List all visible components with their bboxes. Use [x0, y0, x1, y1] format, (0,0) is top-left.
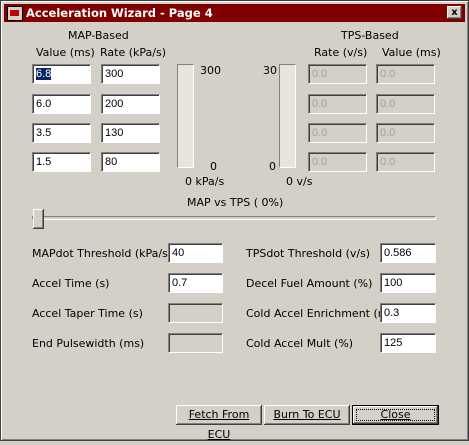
- tps-value-field-2: 0.0: [376, 94, 435, 114]
- close-button-focus-rect: [356, 409, 435, 421]
- window-title: Acceleration Wizard - Page 4: [26, 6, 213, 20]
- map-vs-tps-label: MAP vs TPS ( 0%): [187, 196, 284, 209]
- map-value-field-2[interactable]: 6.0: [32, 94, 91, 114]
- title-bar[interactable]: Acceleration Wizard - Page 4 x: [4, 4, 465, 22]
- accel-taper-time-field: [168, 303, 223, 323]
- tps-based-heading: TPS-Based: [341, 29, 399, 42]
- cold-accel-mult-label: Cold Accel Mult (%): [246, 337, 354, 350]
- tps-rate-field-3: 0.0: [308, 123, 367, 143]
- close-button[interactable]: Close: [352, 405, 439, 425]
- acceleration-wizard-window: Acceleration Wizard - Page 4 x MAP-Based…: [0, 0, 469, 441]
- map-rate-field-4[interactable]: 80: [101, 152, 160, 172]
- accel-time-label: Accel Time (s): [32, 277, 110, 290]
- map-bar-min-label: 0: [210, 160, 217, 173]
- map-rate-field-1[interactable]: 300: [101, 64, 160, 84]
- map-rate-field-3[interactable]: 130: [101, 123, 160, 143]
- map-value-field-4[interactable]: 1.5: [32, 152, 91, 172]
- cold-accel-mult-field[interactable]: 125: [380, 333, 436, 353]
- cold-accel-enrichment-field[interactable]: 0.3: [380, 303, 436, 323]
- tps-rate-bar: [279, 64, 296, 168]
- app-icon: [7, 6, 23, 21]
- map-rate-bar: [177, 64, 194, 168]
- tps-value-field-1: 0.0: [376, 64, 435, 84]
- tps-bar-unit-label: 0 v/s: [286, 175, 313, 188]
- map-value-column-header: Value (ms): [36, 46, 95, 59]
- close-window-button[interactable]: x: [447, 6, 462, 19]
- map-rate-field-2[interactable]: 200: [101, 94, 160, 114]
- map-based-heading: MAP-Based: [68, 29, 129, 42]
- tps-value-column-header: Value (ms): [382, 46, 441, 59]
- accel-time-field[interactable]: 0.7: [168, 273, 223, 293]
- map-rate-column-header: Rate (kPa/s): [100, 46, 166, 59]
- map-bar-max-label: 300: [200, 64, 221, 77]
- burn-to-ecu-button[interactable]: Burn To ECU: [264, 405, 350, 425]
- tps-bar-min-label: 0: [269, 160, 276, 173]
- tps-rate-column-header: Rate (v/s): [314, 46, 368, 59]
- decel-fuel-amount-field[interactable]: 100: [380, 273, 436, 293]
- tpsdot-threshold-field[interactable]: 0.586: [380, 243, 436, 263]
- mapdot-threshold-label: MAPdot Threshold (kPa/s): [32, 247, 173, 260]
- decel-fuel-amount-label: Decel Fuel Amount (%): [246, 277, 373, 290]
- tpsdot-threshold-label: TPSdot Threshold (v/s): [246, 247, 371, 260]
- fetch-from-ecu-button[interactable]: Fetch From ECU: [176, 405, 262, 441]
- map-vs-tps-slider-thumb[interactable]: [33, 209, 44, 229]
- map-value-field-1[interactable]: 6.8: [32, 64, 91, 84]
- mapdot-threshold-field[interactable]: 40: [168, 243, 223, 263]
- map-bar-unit-label: 0 kPa/s: [185, 175, 225, 188]
- tps-bar-max-label: 30: [263, 64, 277, 77]
- end-pulsewidth-label: End Pulsewidth (ms): [32, 337, 145, 350]
- tps-rate-field-4: 0.0: [308, 152, 367, 172]
- map-vs-tps-slider-track[interactable]: [32, 216, 436, 220]
- cold-accel-enrichment-label: Cold Accel Enrichment (ms): [246, 307, 399, 320]
- tps-rate-field-1: 0.0: [308, 64, 367, 84]
- accel-taper-time-label: Accel Taper Time (s): [32, 307, 143, 320]
- map-value-field-3[interactable]: 3.5: [32, 123, 91, 143]
- tps-value-field-4: 0.0: [376, 152, 435, 172]
- end-pulsewidth-field: [168, 333, 223, 353]
- tps-rate-field-2: 0.0: [308, 94, 367, 114]
- tps-value-field-3: 0.0: [376, 123, 435, 143]
